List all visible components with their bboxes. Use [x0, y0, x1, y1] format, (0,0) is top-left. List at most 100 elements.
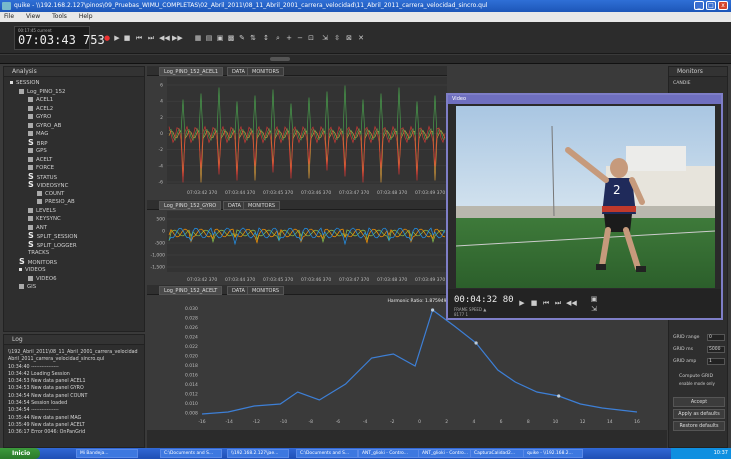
video-prev-icon[interactable]: ⏮	[542, 299, 550, 307]
tree-node[interactable]: LEVELS	[28, 207, 56, 215]
maximize-button[interactable]: □	[706, 1, 716, 10]
tree-node[interactable]: S SPLIT_SESSION	[28, 232, 78, 241]
zoom-out-icon[interactable]: −	[296, 34, 304, 42]
tree-node[interactable]: FORCE	[28, 164, 54, 172]
zoom-icon[interactable]: ⌕	[274, 34, 282, 42]
timeline-handle[interactable]	[270, 57, 290, 61]
acel1-chart[interactable]: 6 4 2 0 -2 -4 -6 07:03:42 370 07:03:44 370 07:03:…	[147, 77, 447, 198]
video-window[interactable]: Video 2 00:04:32 80 FRAME SPEED ▲ 8177 1…	[446, 93, 723, 320]
tree-node[interactable]: ACEL1	[28, 96, 53, 104]
tree-node[interactable]: S VIDEOSYNC	[28, 181, 68, 190]
tree-node[interactable]: VIDEOS	[19, 266, 46, 274]
restore-defaults-button[interactable]: Restore defaults	[673, 421, 725, 431]
tree-node[interactable]: MAG	[28, 130, 48, 138]
y-tick-label: 2	[160, 115, 163, 121]
x-tick-label: -10	[280, 419, 287, 425]
log-line: 10:34:54 Session loaded	[8, 401, 68, 407]
app-icon	[2, 2, 11, 10]
tree-node[interactable]: KEYSYNC	[28, 215, 61, 223]
log-header: Log	[4, 335, 144, 345]
tree-node[interactable]: Log_PINO_152	[19, 88, 65, 96]
cursor2-icon[interactable]: ⇳	[333, 34, 341, 42]
export-icon[interactable]: ⊠	[345, 34, 353, 42]
x-tick-label: -8	[309, 419, 314, 425]
tree-node[interactable]: GYRO	[28, 113, 51, 121]
rewind-icon[interactable]: ◀◀	[159, 34, 170, 42]
video-next-icon[interactable]: ⏭	[554, 299, 562, 307]
close-session-icon[interactable]: ✕	[357, 34, 365, 42]
taskbar-task[interactable]: C:\Documents and S...	[160, 449, 222, 458]
stop-icon[interactable]: ■	[123, 34, 131, 42]
tab-gyro[interactable]: Log_PINO_152_GYRO	[159, 201, 222, 210]
menu-view[interactable]: View	[26, 13, 40, 20]
tab-acel1[interactable]: Log_PINO_152_ACEL1	[159, 67, 224, 76]
video-rewind-icon[interactable]: ◀◀	[566, 299, 577, 307]
tree-node-label: VIDEO6	[36, 275, 57, 282]
tree-node[interactable]: ACELT	[28, 156, 52, 164]
grid-amp-input[interactable]: 1	[707, 358, 725, 365]
tree-node[interactable]: PRESIO_AB	[37, 198, 75, 206]
x-tick-label: 07:03:45 370	[263, 190, 293, 196]
tab-acel1-monitors[interactable]: MONITORS	[247, 67, 285, 76]
tree-node[interactable]: COUNT	[37, 190, 64, 198]
apply-defaults-button[interactable]: Apply as defaults	[673, 409, 725, 419]
menu-tools[interactable]: Tools	[52, 13, 67, 20]
accept-button[interactable]: Accept	[673, 397, 725, 407]
compute-grid-label[interactable]: Compute GRID	[679, 374, 713, 379]
fit-icon[interactable]: ⊡	[307, 34, 315, 42]
tree-node-label: GIS	[27, 284, 37, 290]
toolbar-pin-icon[interactable]: ✎	[238, 34, 246, 42]
tree-node[interactable]: GYRO_AB	[28, 122, 61, 130]
tab-acelt[interactable]: Log_PINO_152_ACELT	[159, 286, 223, 295]
tree-node[interactable]: TRACKS	[28, 249, 49, 257]
menu-help[interactable]: Help	[79, 13, 93, 20]
x-tick-label: 07:03:46 370	[301, 277, 331, 283]
close-button[interactable]: x	[718, 1, 728, 10]
grid-range-input[interactable]: 0	[707, 334, 725, 341]
taskbar-task[interactable]: \\192.168.2.127\jae...	[227, 449, 289, 458]
toolbar-save-icon[interactable]: ▣	[216, 34, 224, 42]
y-tick-label: 0.030	[185, 306, 198, 312]
record-icon[interactable]: ●	[103, 34, 111, 42]
tab-acelt-monitors[interactable]: MONITORS	[247, 286, 285, 295]
video-snapshot-icon[interactable]: ▣	[590, 295, 598, 303]
menu-file[interactable]: File	[4, 13, 14, 20]
monitor-item[interactable]: CANDIE	[673, 81, 691, 86]
play-icon[interactable]: ▶	[113, 34, 121, 42]
minimize-button[interactable]: _	[694, 1, 704, 10]
tree-node[interactable]: S MONITORS	[19, 257, 57, 266]
tree-node[interactable]: S BRP	[28, 138, 47, 147]
clock-time: 07:03:43 753	[18, 33, 105, 47]
tree-node[interactable]: GIS	[19, 283, 36, 291]
zoom-in-icon[interactable]: +	[285, 34, 293, 42]
tree-node[interactable]: S SPLIT_LOGGER	[28, 240, 77, 249]
gyro-chart[interactable]: 500 0 -500 -1,000 -1,500 07:03:42 370 07:03:44…	[147, 211, 447, 284]
taskbar-task[interactable]: ANT_glioki - Contro...	[358, 449, 420, 458]
log-line: 10:34:53 New data panel ACEL1	[8, 379, 86, 385]
grid-ms-input[interactable]: 5000	[707, 346, 725, 353]
video-title[interactable]: Video	[448, 95, 721, 104]
start-button[interactable]: Inicio	[0, 448, 40, 459]
video-play-icon[interactable]: ▶	[518, 299, 526, 307]
toolbar-panel-icon[interactable]: ▤	[205, 34, 213, 42]
video-resize-icon[interactable]: ⇲	[590, 305, 598, 313]
taskbar-task[interactable]: C:\Documents and S...	[296, 449, 358, 458]
toolbar-marker-icon[interactable]: ↕	[262, 34, 270, 42]
skip-start-icon[interactable]: ⏮	[135, 34, 143, 42]
cursor-icon[interactable]: ⇲	[321, 34, 329, 42]
taskbar-task[interactable]: quike - \\192.168.2...	[523, 449, 583, 458]
toolbar-grid-icon[interactable]: ▦	[194, 34, 202, 42]
tree-node[interactable]: ACEL2	[28, 105, 53, 113]
forward-icon[interactable]: ▶▶	[172, 34, 183, 42]
tree-node[interactable]: SESSION	[10, 79, 40, 87]
toolbar-sync-icon[interactable]: ⇅	[249, 34, 257, 42]
taskbar-task[interactable]: Mi Bandeja...	[76, 449, 138, 458]
toolbar-disk-icon[interactable]: ▩	[227, 34, 235, 42]
x-tick-label: 6	[500, 419, 503, 425]
skip-end-icon[interactable]: ⏭	[147, 34, 155, 42]
tab-gyro-monitors[interactable]: MONITORS	[243, 201, 281, 210]
video-stop-icon[interactable]: ■	[530, 299, 538, 307]
timeline-strip[interactable]	[0, 55, 731, 64]
tree-node[interactable]: VIDEO6	[28, 275, 57, 283]
tree-node[interactable]: GPS	[28, 147, 47, 155]
